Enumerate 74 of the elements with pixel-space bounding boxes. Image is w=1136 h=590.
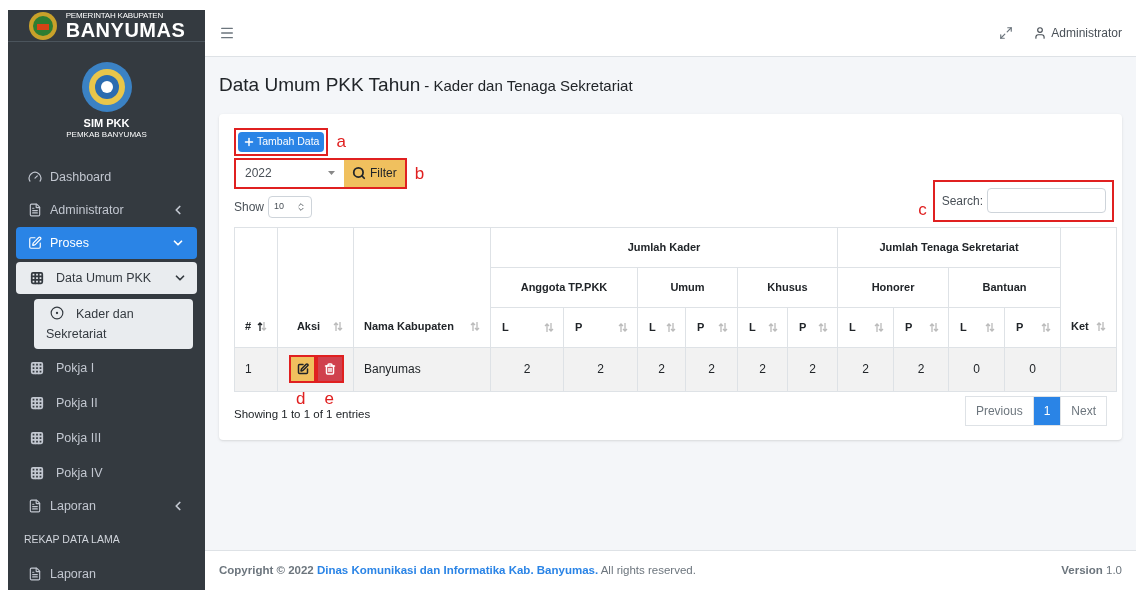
user-menu[interactable]: Administrator [1033,24,1122,42]
column-header[interactable]: Aksi [288,318,343,335]
column-subgroup-header: Honorer [871,280,915,293]
pagination-button[interactable]: Previous [964,395,1034,426]
grid-icon [30,271,44,286]
table-cell: 2 [490,347,564,391]
search-field[interactable] [987,188,1106,213]
search-label: Search: [941,192,983,210]
sidebar-item[interactable]: Proses [16,227,197,260]
table-cell: 0 [1004,347,1061,391]
annotation-letter: c [918,201,927,218]
crest-icon [27,10,58,41]
version-text: Version 1.0 [1061,562,1122,578]
page-title: Data Umum PKK Tahun [219,73,421,97]
footer-text: Copyright © 2022 Dinas Komunikasi dan Informatika Kab. Banyumas. All rights reserved. [219,562,696,578]
app-subtitle: PEMKAB BANYUMAS [66,131,147,140]
delete-button[interactable] [316,355,344,383]
sidebar-item[interactable]: Laporan [16,558,197,590]
grid-icon [30,361,44,376]
sidebar-section-header: REKAP DATA LAMA [23,532,121,548]
column-header[interactable]: # [245,318,267,335]
column-header[interactable]: Ket [1071,318,1107,335]
sidebar-subitem[interactable]: Kader dan Sekretariat [34,299,193,350]
table-cell: 2 [737,347,788,391]
table-cell: Banyumas [353,347,491,391]
table-cell: 2 [685,347,738,391]
column-group-header: Jumlah Kader [627,240,701,253]
grid-icon [30,396,44,411]
table-cell: 2 [787,347,838,391]
sidebar-subitem[interactable]: Pokja IV [16,457,197,490]
emblem-icon [80,60,133,115]
show-label: Show [234,198,265,216]
annotation-letter: d [296,389,306,407]
annotation-letter: e [324,389,334,407]
sidebar-subitem[interactable]: Pokja II [16,387,197,420]
sidebar-item[interactable]: Laporan [16,490,197,523]
plus-icon [243,135,255,148]
sidebar-subitem[interactable]: Pokja III [16,422,197,455]
sidebar-subitem[interactable]: Data Umum PKK [16,262,197,295]
sidebar-item[interactable]: Dashboard [16,161,197,194]
edit-icon [296,363,309,375]
trash-icon [324,363,336,375]
radio-icon [50,306,64,321]
grid-icon [30,431,44,446]
column-subgroup-header: Bantuan [982,280,1027,293]
edit-button[interactable] [289,355,316,383]
column-subgroup-header: Anggota TP.PKK [520,280,608,293]
table-cell: 2 [637,347,686,391]
column-subgroup-header: Khusus [767,280,808,293]
fullscreen-icon[interactable] [999,26,1014,40]
grid-icon [30,466,44,481]
table-cell: 0 [948,347,1005,391]
brand-subtitle: PEMERINTAH KABUPATEN [65,11,165,20]
page-size-select[interactable]: 10 [268,195,313,218]
sidebar-subitem[interactable]: Pokja I [16,352,197,385]
app-title: SIM PKK [83,118,130,130]
brand-title: BANYUMAS [65,19,186,40]
column-subgroup-header: Umum [670,280,705,293]
user-icon [1033,26,1048,40]
footer-link[interactable]: Dinas Komunikasi dan Informatika Kab. Banyumas. [316,563,599,576]
annotation-letter: b [414,164,425,182]
table-cell: 2 [893,347,949,391]
add-data-button[interactable]: Tambah Data [238,131,325,152]
annotation-letter: a [336,133,346,150]
table-cell: 1 [234,347,278,391]
entries-info: Showing 1 to 1 of 1 entries [234,406,371,422]
updown-icon [296,201,307,212]
column-group-header: Jumlah Tenaga Sekretariat [879,240,1019,253]
pagination-button[interactable]: Next [1060,395,1107,426]
column-header[interactable]: Nama Kabupaten [364,318,480,335]
table-cell: 2 [837,347,894,391]
sidebar-item[interactable]: Administrator [16,194,197,227]
page-subtitle: - Kader dan Tenaga Sekretariat [424,76,633,96]
table-cell: 2 [563,347,638,391]
